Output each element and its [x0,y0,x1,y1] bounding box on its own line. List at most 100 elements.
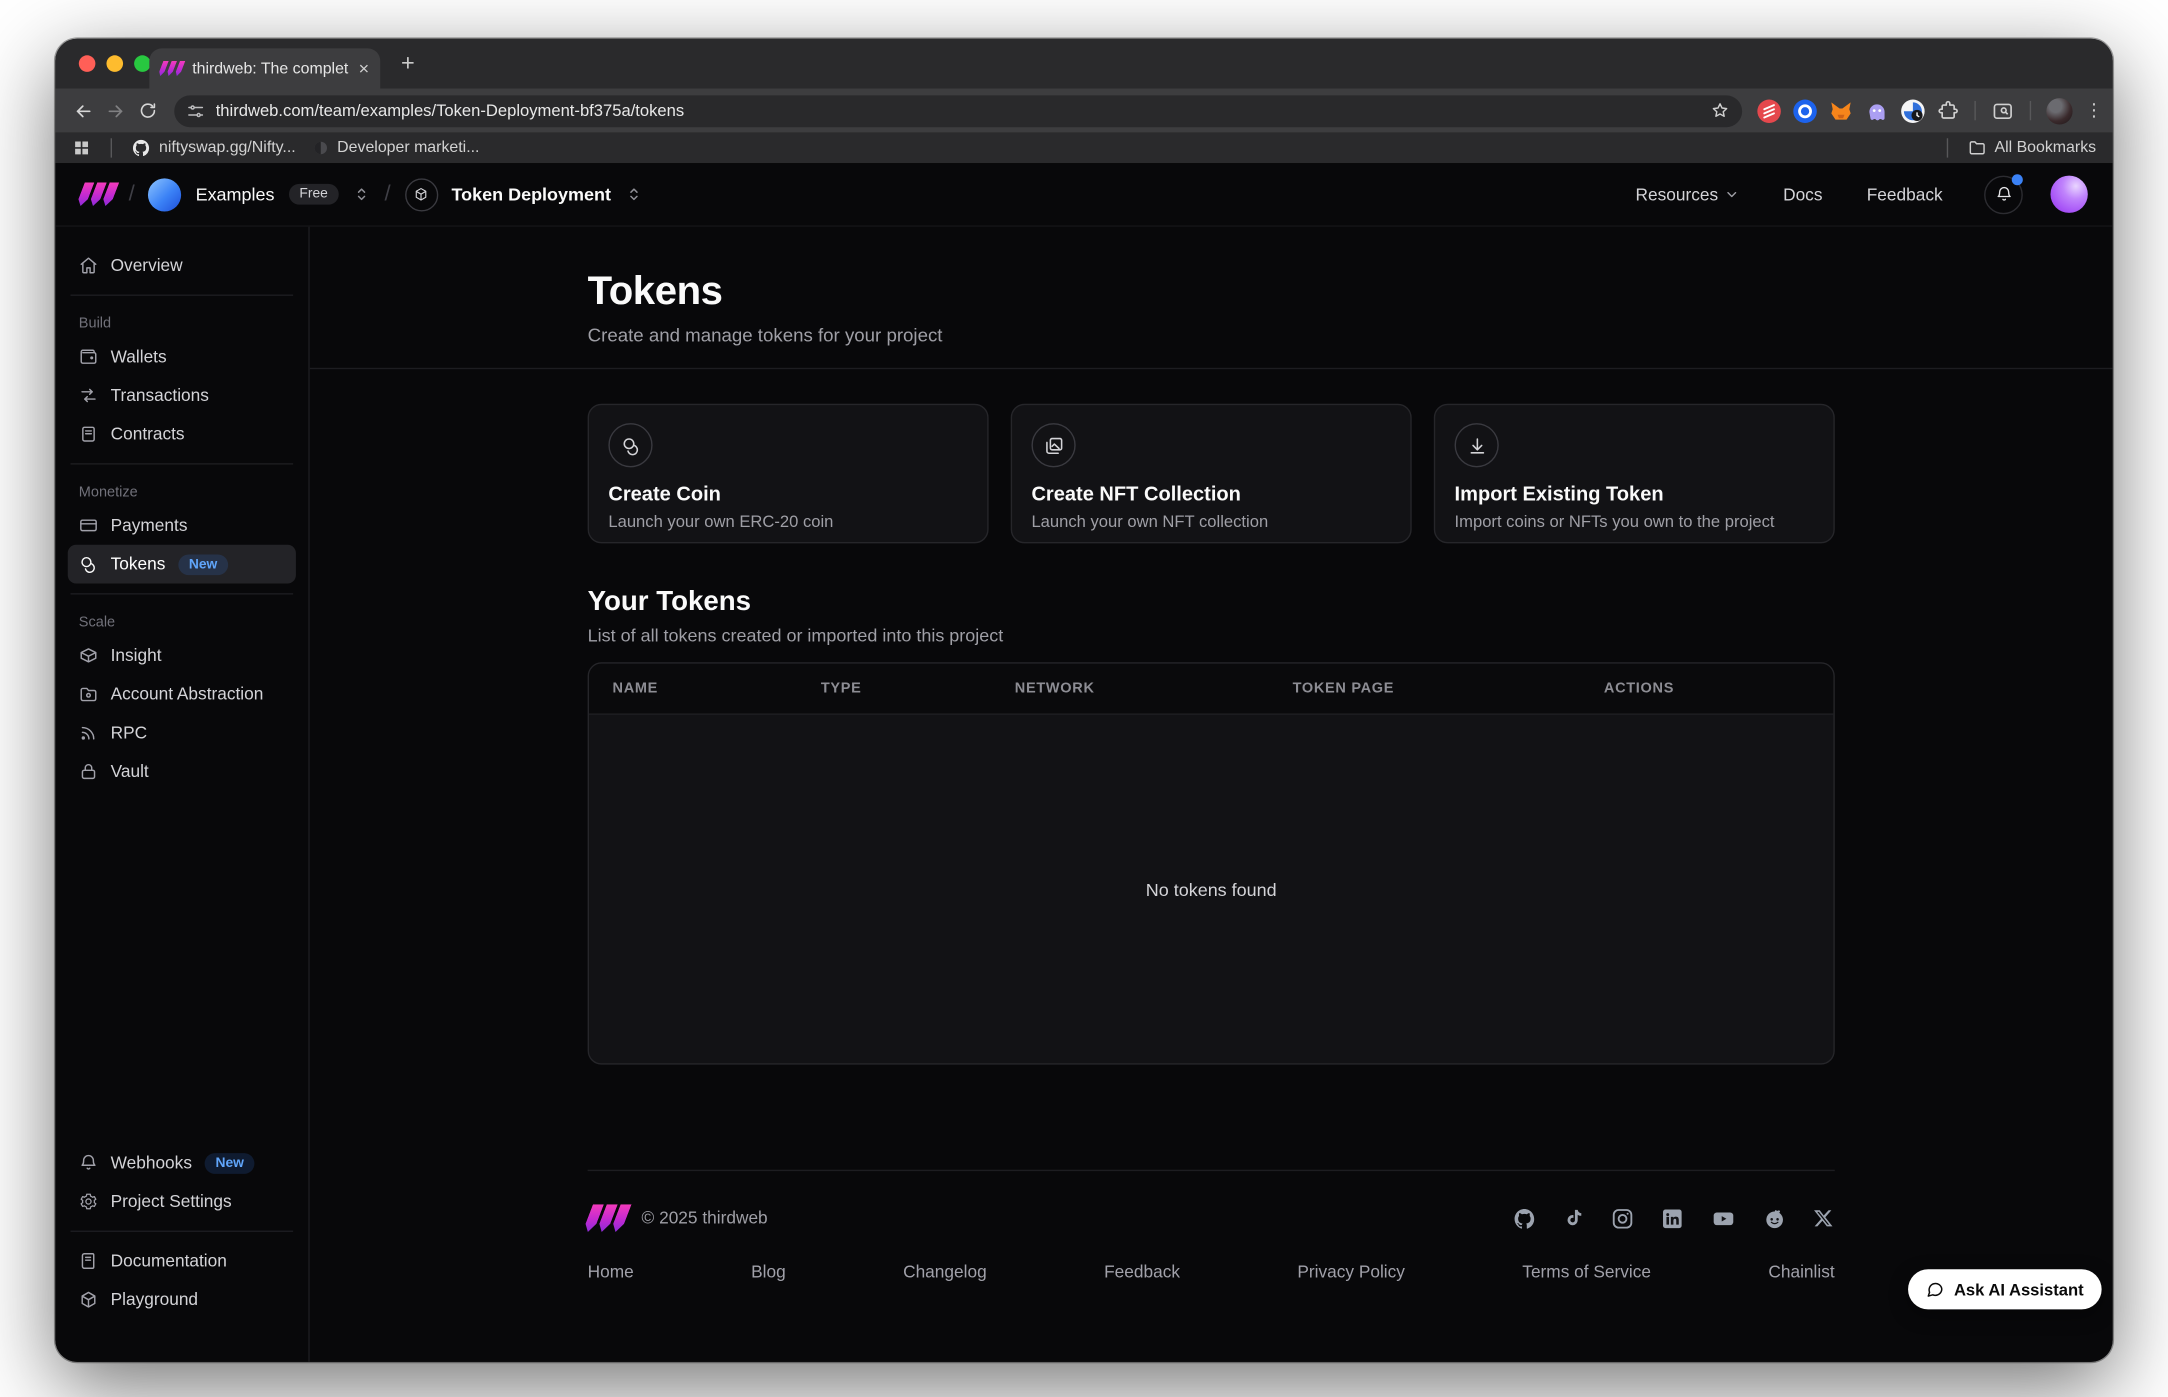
team-name[interactable]: Examples [196,184,275,205]
sidebar-section-build: Build [68,306,296,338]
package-icon [79,646,98,665]
sidebar-divider [71,1231,294,1232]
create-nft-collection-card[interactable]: Create NFT Collection Launch your own NF… [1011,404,1412,544]
new-tab-button[interactable]: + [401,50,415,78]
all-bookmarks-label: All Bookmarks [1994,140,2096,157]
back-button[interactable] [69,94,98,127]
social-links [1513,1206,1835,1230]
apps-grid-icon[interactable] [72,138,91,157]
ask-ai-label: Ask AI Assistant [1954,1280,2084,1299]
toolbar-divider [1974,101,1975,120]
thirdweb-footer-logo [588,1204,627,1232]
sidebar-item-label: Account Abstraction [111,684,264,703]
sidebar-item-tokens[interactable]: Tokens New [68,545,296,584]
project-avatar[interactable] [404,178,437,211]
bookmark-developer-marketing[interactable]: Developer marketi... [312,140,479,157]
reddit-icon[interactable] [1763,1206,1787,1230]
extension-clock-icon[interactable] [1901,99,1925,123]
ask-ai-assistant-button[interactable]: Ask AI Assistant [1908,1269,2101,1309]
footer-link-terms-of-service[interactable]: Terms of Service [1522,1262,1651,1281]
sidebar-item-payments[interactable]: Payments [68,506,296,545]
extensions-puzzle-button[interactable] [1937,100,1959,122]
sidebar-item-insight[interactable]: Insight [68,636,296,675]
youtube-icon[interactable] [1710,1206,1736,1230]
github-icon[interactable] [1513,1206,1537,1230]
forward-button[interactable] [101,94,130,127]
thirdweb-logo[interactable] [80,183,115,207]
tab-title: thirdweb: The complete web3 [192,60,349,77]
sidebar-item-overview[interactable]: Overview [68,246,296,285]
sidebar-item-label: Contracts [111,424,185,443]
team-switcher-button[interactable] [353,185,371,203]
card-subtitle: Import coins or NFTs you own to the proj… [1455,512,1814,531]
extension-blue-icon[interactable] [1793,99,1817,123]
footer-link-changelog[interactable]: Changelog [903,1262,987,1281]
minimize-window-button[interactable] [106,55,123,72]
sidebar-item-rpc[interactable]: RPC [68,713,296,752]
site-settings-icon[interactable] [187,102,205,120]
nav-feedback[interactable]: Feedback [1867,185,1943,204]
metamask-extension-icon[interactable] [1829,99,1853,123]
tokens-table-body: No tokens found [589,715,1833,1063]
browser-profile-avatar[interactable] [2046,97,2072,123]
bookmarks-divider-right [1946,138,1947,157]
extension-red-icon[interactable] [1757,99,1781,123]
sidebar-item-account-abstraction[interactable]: Account Abstraction [68,675,296,714]
footer-link-chainlist[interactable]: Chainlist [1768,1262,1834,1281]
project-switcher-button[interactable] [625,185,643,203]
sidebar-item-vault[interactable]: Vault [68,752,296,791]
nav-resources[interactable]: Resources [1635,185,1738,204]
nav-docs[interactable]: Docs [1783,185,1822,204]
footer-link-home[interactable]: Home [588,1262,634,1281]
bookmark-star-icon[interactable] [1710,101,1729,120]
new-badge: New [178,554,229,575]
tiktok-icon[interactable] [1562,1207,1584,1229]
footer-link-privacy-policy[interactable]: Privacy Policy [1297,1262,1405,1281]
footer-link-blog[interactable]: Blog [751,1262,786,1281]
sidebar-item-webhooks[interactable]: Webhooks New [68,1143,296,1182]
page-title: Tokens [588,270,1835,316]
footer-link-feedback[interactable]: Feedback [1104,1262,1180,1281]
book-icon [79,1251,98,1270]
side-panel-button[interactable] [1991,99,2015,123]
sidebar-item-label: Vault [111,762,149,781]
sidebar-item-transactions[interactable]: Transactions [68,376,296,415]
linkedin-icon[interactable] [1661,1206,1685,1230]
sidebar-item-contracts[interactable]: Contracts [68,415,296,454]
bookmark-niftyswap[interactable]: niftyswap.gg/Nifty... [131,138,295,157]
x-twitter-icon[interactable] [1813,1207,1835,1229]
phantom-extension-icon[interactable] [1865,99,1889,123]
browser-menu-button[interactable]: ⋮ [2085,100,2099,122]
bookmarks-bar: niftyswap.gg/Nifty... Developer marketi.… [55,133,2112,163]
sidebar-item-project-settings[interactable]: Project Settings [68,1182,296,1221]
gear-icon [79,1192,98,1211]
address-bar[interactable]: thirdweb.com/team/examples/Token-Deploym… [174,95,1742,127]
browser-tab[interactable]: thirdweb: The complete web3 × [149,48,380,88]
sidebar-item-label: Documentation [111,1251,227,1270]
sidebar-item-playground[interactable]: Playground [68,1280,296,1319]
close-window-button[interactable] [79,55,96,72]
import-existing-token-card[interactable]: Import Existing Token Import coins or NF… [1434,404,1835,544]
user-avatar[interactable] [2050,176,2087,213]
sidebar-item-wallets[interactable]: Wallets [68,337,296,376]
tokens-table: NAME TYPE NETWORK TOKEN PAGE ACTIONS No … [588,662,1835,1064]
team-avatar[interactable] [149,178,182,211]
project-name[interactable]: Token Deployment [452,184,611,205]
card-title: Create Coin [608,484,967,506]
sidebar-item-label: Playground [111,1290,198,1309]
sidebar-item-documentation[interactable]: Documentation [68,1242,296,1281]
sidebar-item-label: Project Settings [111,1192,232,1211]
folder-circle-icon [79,684,98,703]
url-text: thirdweb.com/team/examples/Token-Deploym… [216,101,1700,120]
wallet-icon [79,347,98,366]
notifications-button[interactable] [1984,175,2023,214]
chevrons-up-down-icon [353,185,371,203]
github-favicon-icon [131,138,150,157]
instagram-icon[interactable] [1611,1206,1635,1230]
reload-button[interactable] [133,94,162,127]
all-bookmarks-button[interactable]: All Bookmarks [1967,138,2096,157]
close-tab-icon[interactable]: × [359,59,369,77]
create-coin-card[interactable]: Create Coin Launch your own ERC-20 coin [588,404,989,544]
sidebar-item-label: Transactions [111,386,209,405]
zoom-window-button[interactable] [134,55,151,72]
